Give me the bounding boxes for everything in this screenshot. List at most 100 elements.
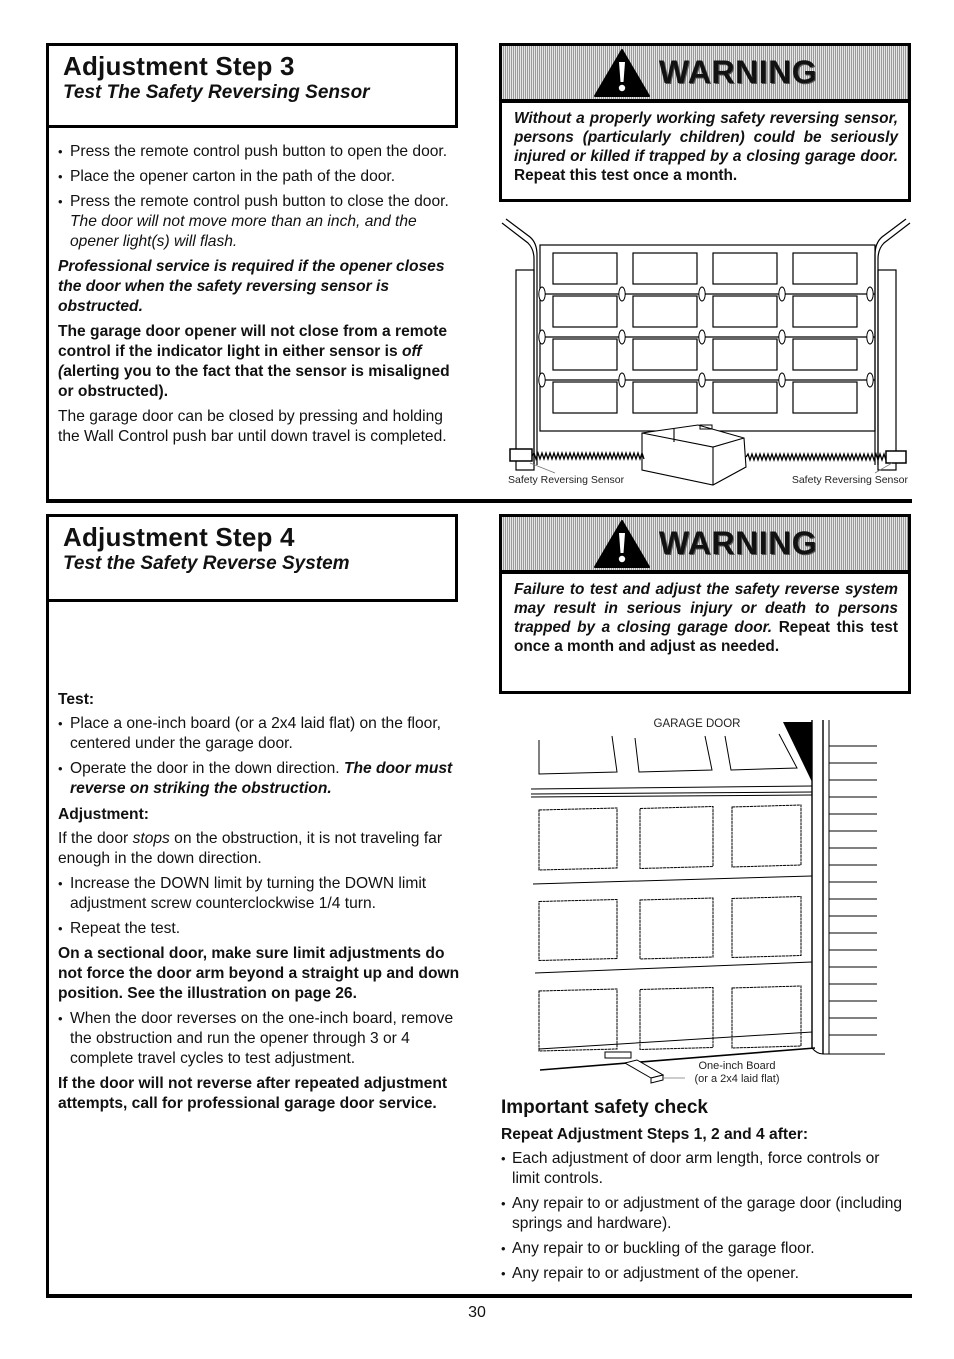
- safety-sensor-illustration: Safety Reversing Sensor Safety Reversing…: [501, 218, 911, 486]
- step3-bullet: Place the opener carton in the path of t…: [58, 167, 462, 187]
- professional-service-note: Professional service is required if the …: [58, 258, 445, 315]
- door-window-panel: [792, 338, 858, 371]
- step4-body: Test: Place a one-inch board (or a 2x4 l…: [58, 690, 464, 1119]
- door-window-panel: [632, 381, 698, 414]
- adjustment-bullet: Increase the DOWN limit by turning the D…: [58, 874, 464, 914]
- section2-left-rule: [46, 514, 49, 1298]
- garage-door-label: GARAGE DOOR: [654, 718, 741, 730]
- safety-check-item: Any repair to or adjustment of the opene…: [501, 1264, 911, 1284]
- important-safety-check: Important safety check Repeat Adjustment…: [501, 1097, 911, 1289]
- one-inch-board: [604, 1051, 665, 1084]
- door-hinge: [618, 329, 626, 345]
- warning-triangle-icon: [593, 519, 650, 568]
- board-label-sub: (or a 2x4 laid flat): [695, 1073, 780, 1085]
- door-window-panel: [552, 338, 618, 371]
- door-window-panel: [731, 985, 802, 1049]
- wall-siding: [829, 745, 877, 1036]
- door-hinge: [698, 372, 706, 388]
- right-door-track: [877, 222, 911, 465]
- door-hinge: [538, 329, 546, 345]
- safety-check-item: Any repair to or buckling of the garage …: [501, 1239, 911, 1259]
- door-hinge: [538, 372, 546, 388]
- left-door-track: [501, 222, 535, 465]
- section2-bottom-rule: [46, 1294, 912, 1298]
- board-label: One-inch Board: [698, 1060, 775, 1072]
- door-window-panel: [712, 252, 778, 285]
- door-window-panel: [731, 895, 802, 959]
- adjustment-intro: If the door stops on the obstruction, it…: [58, 830, 443, 867]
- warning-label: WARNING: [658, 525, 818, 561]
- warning-header: WARNING: [502, 46, 908, 103]
- safety-check-item: Any repair to or adjustment of the garag…: [501, 1194, 911, 1234]
- indicator-light-note: The garage door opener will not close fr…: [58, 323, 450, 400]
- door-window-panel: [632, 295, 698, 328]
- door-hinge: [698, 329, 706, 345]
- top-panel: [724, 733, 798, 771]
- warning-text: Without a properly working safety revers…: [514, 110, 898, 184]
- door-window-panel: [712, 381, 778, 414]
- step4-header: Adjustment Step 4 Test the Safety Revers…: [46, 514, 458, 602]
- top-panel: [634, 735, 713, 773]
- door-panels: [538, 804, 802, 1052]
- warning-label: WARNING: [658, 54, 818, 90]
- door-corner-shadow: [783, 722, 812, 782]
- door-hinge: [778, 372, 786, 388]
- door-hinge: [778, 329, 786, 345]
- door-window-panel: [632, 338, 698, 371]
- step3-subtitle: Test The Safety Reversing Sensor: [63, 82, 370, 103]
- door-window-panel: [639, 805, 714, 870]
- warning-box-1: WARNING Without a properly working safet…: [499, 43, 911, 202]
- step4-subtitle: Test the Safety Reverse System: [63, 553, 350, 574]
- test-bullet: Place a one-inch board (or a 2x4 laid fl…: [58, 714, 464, 754]
- step3-bullet: Press the remote control push button to …: [58, 142, 462, 162]
- door-window-panel: [632, 252, 698, 285]
- step3-body: Press the remote control push button to …: [58, 142, 462, 452]
- test-bullet: Operate the door in the down direction. …: [58, 759, 464, 799]
- wall-control-note: The garage door can be closed by pressin…: [58, 408, 447, 445]
- page-number: 30: [468, 1304, 486, 1321]
- door-window-panel: [712, 295, 778, 328]
- safety-check-subtitle: Repeat Adjustment Steps 1, 2 and 4 after…: [501, 1126, 809, 1143]
- safety-check-item: Each adjustment of door arm length, forc…: [501, 1149, 911, 1189]
- door-window-panel: [639, 897, 714, 960]
- one-inch-board-illustration: GARAGE DOOR One-inch Board (or a 2x4 lai…: [530, 718, 885, 1085]
- right-jamb: [877, 269, 897, 471]
- left-jamb: [515, 269, 535, 471]
- door-hinge: [778, 286, 786, 302]
- adjustment-heading: Adjustment:: [58, 806, 149, 823]
- left-door-track-inner: [505, 218, 538, 465]
- test-heading: Test:: [58, 691, 95, 708]
- door-hinge: [698, 286, 706, 302]
- door-window-panel: [552, 252, 618, 285]
- step3-bullet: Press the remote control push button to …: [58, 192, 462, 252]
- top-panel: [538, 735, 618, 775]
- left-sensor-label: Safety Reversing Sensor: [508, 474, 625, 486]
- warning-triangle-icon: [593, 48, 650, 97]
- garage-door: [539, 244, 876, 432]
- door-window-panel: [712, 338, 778, 371]
- left-sensor-icon: [509, 448, 533, 462]
- door-hinge: [866, 329, 874, 345]
- section1-bottom-rule: [46, 499, 912, 503]
- door-window-panel: [538, 807, 618, 871]
- door-window-panel: [792, 381, 858, 414]
- door-hinge: [618, 286, 626, 302]
- door-window-panel: [552, 381, 618, 414]
- step3-header: Adjustment Step 3 Test The Safety Revers…: [46, 43, 458, 128]
- right-door-track-inner: [874, 218, 907, 465]
- safety-check-title: Important safety check: [501, 1097, 708, 1118]
- service-note: If the door will not reverse after repea…: [58, 1075, 448, 1112]
- right-sensor-icon: [885, 450, 907, 464]
- reverse-bullet: When the door reverses on the one-inch b…: [58, 1009, 464, 1069]
- door-window-panel: [552, 295, 618, 328]
- door-window-panel: [538, 898, 618, 962]
- door-hinge: [866, 286, 874, 302]
- adjustment-bullet: Repeat the test.: [58, 919, 464, 939]
- door-hinge: [538, 286, 546, 302]
- opener-carton: [641, 424, 747, 486]
- warning-header: WARNING: [502, 517, 908, 574]
- door-hinge: [618, 372, 626, 388]
- door-window-panel: [792, 252, 858, 285]
- step3-title: Adjustment Step 3: [63, 51, 295, 81]
- door-hinge: [866, 372, 874, 388]
